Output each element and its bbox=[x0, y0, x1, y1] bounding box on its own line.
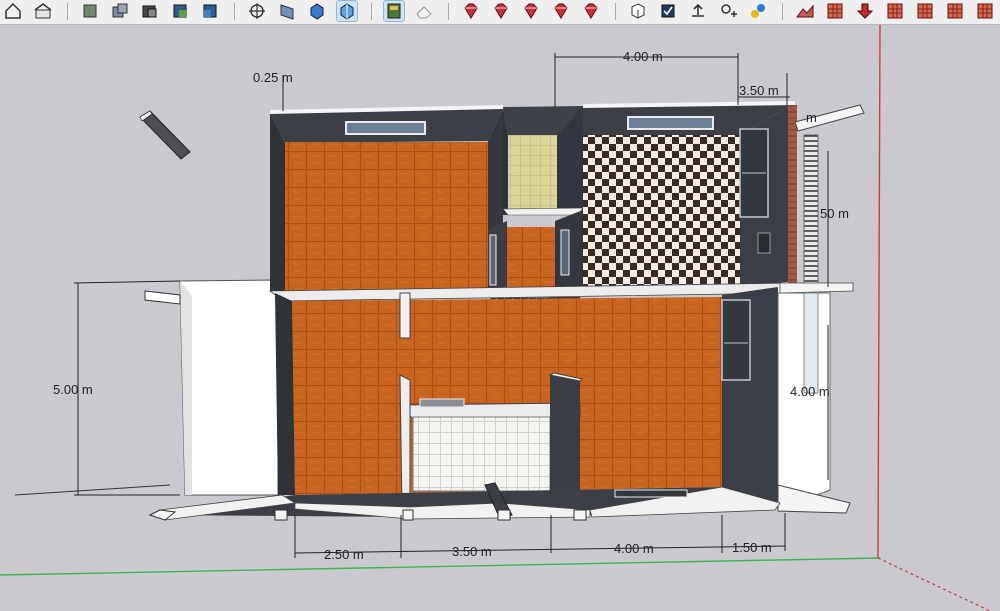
toolbar-separator bbox=[371, 3, 372, 20]
bath-window bbox=[489, 234, 497, 286]
modeling-viewport[interactable]: 4.00 m 3.50 m 0.25 m m 50 m 4.00 m 5.00 … bbox=[0, 25, 1000, 611]
upload-icon[interactable] bbox=[688, 1, 708, 21]
views-right-icon[interactable] bbox=[140, 1, 160, 21]
gem-icon[interactable] bbox=[461, 1, 481, 21]
red-axis-dotted bbox=[877, 557, 991, 611]
dimension-bottom-2: 3.50 m bbox=[452, 544, 492, 559]
toolbar-separator bbox=[448, 3, 449, 20]
dimension-right-lower: 4.00 m bbox=[790, 384, 830, 399]
floor-plan-model[interactable] bbox=[0, 25, 1000, 611]
green-axis bbox=[0, 557, 881, 576]
grid-icon[interactable] bbox=[975, 1, 995, 21]
bottom-post-cap bbox=[497, 509, 511, 521]
dimension-top-right: 3.50 m bbox=[739, 83, 779, 98]
right-glass bbox=[803, 292, 819, 394]
dimension-top-left-thickness: 0.25 m bbox=[253, 70, 293, 85]
dimension-bottom-4: 1.50 m bbox=[732, 540, 772, 555]
grid-icon[interactable] bbox=[945, 1, 965, 21]
toolbar-separator bbox=[234, 3, 235, 20]
views-back-icon[interactable] bbox=[170, 1, 190, 21]
dimension-left-height: 5.00 m bbox=[53, 382, 93, 397]
grid-icon[interactable] bbox=[825, 1, 845, 21]
home-icon[interactable] bbox=[3, 1, 23, 21]
window-upper-right bbox=[627, 116, 714, 130]
grid-icon[interactable] bbox=[915, 1, 935, 21]
louvre-panel bbox=[803, 134, 819, 286]
house-icon[interactable] bbox=[33, 1, 53, 21]
bottom-post-cap-3 bbox=[274, 509, 288, 521]
bath-window-right bbox=[560, 229, 570, 276]
gem-icon[interactable] bbox=[551, 1, 571, 21]
window-main-right bbox=[721, 299, 751, 381]
room-upper-left-floor bbox=[285, 142, 488, 294]
dimension-right-upper: 50 m bbox=[820, 206, 849, 221]
views-top-icon[interactable] bbox=[80, 1, 100, 21]
dimension-right-small: m bbox=[806, 110, 817, 125]
display-section-fill-icon[interactable] bbox=[336, 0, 358, 22]
dimension-bottom-3: 4.00 m bbox=[614, 541, 654, 556]
bottom-post-cap-2 bbox=[573, 509, 587, 521]
add-location-icon[interactable] bbox=[718, 1, 738, 21]
dimension-bottom-1: 2.50 m bbox=[324, 547, 364, 562]
red-axis bbox=[877, 25, 881, 559]
left-white-wall bbox=[179, 279, 279, 496]
views-front-icon[interactable] bbox=[110, 1, 130, 21]
display-section-cuts-icon[interactable] bbox=[307, 1, 327, 21]
main-wall-left bbox=[275, 293, 295, 495]
plugin-icon[interactable] bbox=[748, 1, 768, 21]
post bbox=[399, 292, 411, 339]
room-upper-left-wall-left bbox=[270, 112, 285, 293]
corridor-floor-khaki bbox=[505, 135, 557, 215]
brick-column bbox=[788, 105, 797, 285]
kitchen-backsplash bbox=[412, 416, 551, 492]
door-bottom-right bbox=[614, 489, 688, 498]
mid-wall-right-ext bbox=[779, 282, 854, 294]
gem-icon[interactable] bbox=[491, 1, 511, 21]
checkbox-icon[interactable] bbox=[658, 1, 678, 21]
book-icon[interactable] bbox=[383, 0, 405, 22]
arrow-down-icon[interactable] bbox=[855, 1, 875, 21]
floating-beam bbox=[139, 110, 191, 160]
kitchen-sink bbox=[419, 398, 465, 408]
window-upper-left bbox=[345, 121, 426, 135]
toolbar-separator bbox=[615, 3, 616, 20]
left-white-wall-side bbox=[180, 281, 192, 495]
bottom-post-cap-4 bbox=[402, 509, 414, 521]
left-beam bbox=[144, 290, 181, 305]
grid-icon[interactable] bbox=[885, 1, 905, 21]
views-left-icon[interactable] bbox=[200, 1, 220, 21]
room-upper-right-floor-checker bbox=[583, 135, 740, 288]
switch-box bbox=[757, 232, 771, 254]
export-icon[interactable] bbox=[628, 1, 648, 21]
ground-line bbox=[14, 484, 171, 496]
section-plane-icon[interactable] bbox=[247, 1, 267, 21]
main-toolbar bbox=[0, 0, 1000, 25]
gem-icon[interactable] bbox=[581, 1, 601, 21]
terrain-icon[interactable] bbox=[795, 1, 815, 21]
gem-icon[interactable] bbox=[521, 1, 541, 21]
dimension-top-width: 4.00 m bbox=[623, 49, 663, 64]
bath-wall-top bbox=[502, 207, 584, 216]
toolbar-separator bbox=[67, 3, 68, 20]
eraser-icon[interactable] bbox=[414, 1, 434, 21]
toolbar-separator bbox=[782, 3, 783, 20]
display-section-planes-icon[interactable] bbox=[277, 1, 297, 21]
